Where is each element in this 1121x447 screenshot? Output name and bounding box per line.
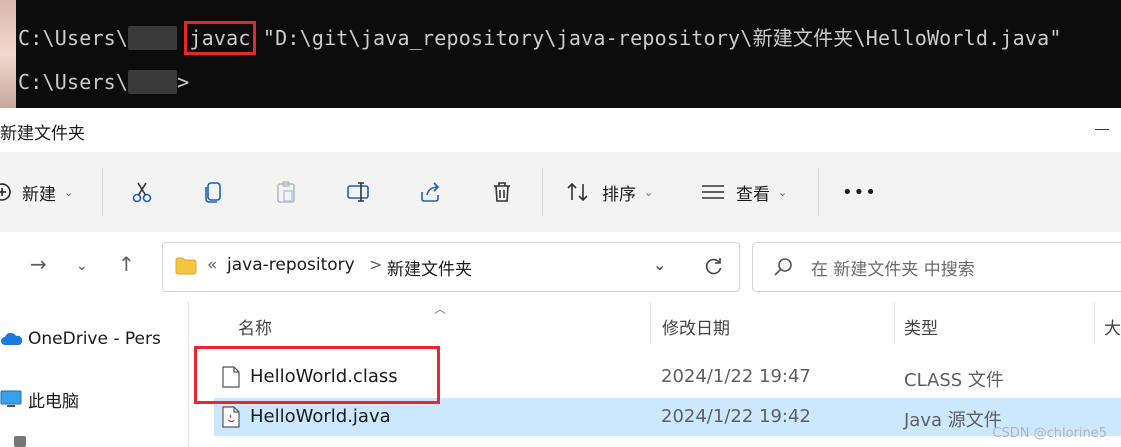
sort-button[interactable]: 排序 ⌄ <box>566 170 653 214</box>
breadcrumb-chevron-icon: > <box>369 255 383 274</box>
search-icon <box>774 258 792 276</box>
title-bar: 新建文件夹 <box>0 108 1121 152</box>
redacted-username: xxxx <box>128 26 178 50</box>
nav-item-label: OneDrive - Pers <box>28 329 161 349</box>
computer-icon <box>0 390 22 407</box>
column-divider[interactable] <box>650 302 651 344</box>
terminal-line-2: C:\Users\xxxx> <box>18 70 189 94</box>
file-type: Java 源文件 <box>904 410 1002 431</box>
navigation-pane: OneDrive - Pers 此电脑 <box>0 302 188 447</box>
terminal-window[interactable]: C:\Users\xxxx javac "D:\git\java_reposit… <box>0 0 1121 108</box>
nav-item-label: 此电脑 <box>28 391 79 412</box>
address-history-chevron-icon[interactable]: ⌄ <box>653 255 666 274</box>
file-row-selected[interactable]: HelloWorld.java 2024/1/22 19:42 Java 源文件 <box>214 398 1121 436</box>
forward-arrow-icon[interactable]: → <box>30 252 47 276</box>
drive-icon <box>14 436 26 447</box>
toolbar-divider <box>818 168 819 216</box>
rename-icon <box>347 182 369 202</box>
copy-icon <box>205 182 221 203</box>
view-button[interactable]: 查看 ⌄ <box>700 170 787 214</box>
java-file-icon <box>222 406 240 428</box>
search-box[interactable]: 在 新建文件夹 中搜索 <box>752 242 1121 292</box>
chevron-down-icon[interactable]: ⌄ <box>76 258 88 274</box>
new-button[interactable]: 新建 ⌄ <box>0 170 73 214</box>
more-options-button[interactable]: ••• <box>842 170 877 214</box>
cloud-icon <box>1 332 23 345</box>
file-icon <box>222 366 240 388</box>
chevron-down-icon: ⌄ <box>64 185 74 199</box>
refresh-icon[interactable] <box>703 257 723 277</box>
up-arrow-icon[interactable]: ↑ <box>118 252 135 276</box>
toolbar-divider <box>542 168 543 216</box>
breadcrumb-overflow[interactable]: « <box>207 255 217 275</box>
column-divider[interactable] <box>894 302 895 344</box>
file-date: 2024/1/22 19:42 <box>661 406 811 427</box>
address-bar[interactable]: « java-repository > 新建文件夹 ⌄ <box>162 242 740 292</box>
sort-icon <box>567 182 588 202</box>
navigation-row: → ⌄ ↑ « java-repository > 新建文件夹 ⌄ 在 新建文件… <box>0 232 1121 302</box>
toolbar-divider <box>102 168 103 216</box>
pane-divider[interactable] <box>188 302 189 447</box>
file-type: CLASS 文件 <box>904 370 1004 391</box>
sort-label: 排序 <box>602 184 636 205</box>
new-label: 新建 <box>22 184 56 205</box>
watermark: CSDN @chlorine5 <box>992 426 1107 441</box>
redacted-username-2: xxxx <box>128 70 178 94</box>
paste-button[interactable] <box>274 170 298 214</box>
file-name: HelloWorld.java <box>250 406 391 427</box>
prompt-path: C:\Users\ <box>18 26 129 50</box>
breadcrumb-current-folder[interactable]: 新建文件夹 <box>387 255 472 280</box>
column-header-date[interactable]: 修改日期 <box>662 314 730 339</box>
chevron-down-icon: ⌄ <box>644 185 654 199</box>
minimize-button[interactable] <box>1095 129 1109 130</box>
prompt-caret: > <box>177 70 190 94</box>
column-divider[interactable] <box>1094 302 1095 344</box>
file-row[interactable]: HelloWorld.class 2024/1/22 19:47 CLASS 文… <box>214 358 1121 396</box>
command-argument: "D:\git\java_repository\java-repository\… <box>262 26 1062 50</box>
column-header-size[interactable]: 大 <box>1104 314 1121 339</box>
javac-command: javac <box>184 21 256 55</box>
breadcrumb-java-repository[interactable]: java-repository <box>227 255 355 275</box>
rename-button[interactable] <box>346 170 372 214</box>
view-label: 查看 <box>736 184 770 205</box>
nav-item-this-pc[interactable]: 此电脑 <box>0 384 79 414</box>
terminal-line-1: C:\Users\xxxx javac "D:\git\java_reposit… <box>18 21 1062 55</box>
command-bar: 新建 ⌄ 排序 ⌄ 查看 ⌄ ••• <box>0 152 1121 232</box>
prompt-path-2: C:\Users\ <box>18 70 129 94</box>
file-explorer-window: 新建文件夹 新建 ⌄ 排序 ⌄ 查看 ⌄ ••• → ⌄ ↑ « java-re… <box>0 108 1121 447</box>
new-icon <box>0 183 11 201</box>
column-header-type[interactable]: 类型 <box>904 314 938 339</box>
chevron-down-icon: ⌄ <box>778 185 788 199</box>
view-icon <box>702 185 724 199</box>
column-header-name[interactable]: 名称 <box>238 314 272 339</box>
window-title: 新建文件夹 <box>0 124 85 144</box>
content-area: OneDrive - Pers 此电脑 ︿ 名称 修改日期 类型 大 Hello… <box>0 302 1121 447</box>
file-date: 2024/1/22 19:47 <box>661 366 811 387</box>
nav-item-onedrive[interactable]: OneDrive - Pers <box>0 324 161 354</box>
trash-icon <box>494 182 510 202</box>
file-name: HelloWorld.class <box>250 366 398 387</box>
folder-icon <box>175 257 197 275</box>
avatar <box>0 0 16 108</box>
cut-button[interactable] <box>130 170 154 214</box>
paste-icon <box>277 181 295 203</box>
share-icon <box>421 182 440 202</box>
cut-icon <box>132 182 152 203</box>
share-button[interactable] <box>418 170 442 214</box>
copy-button[interactable] <box>202 170 226 214</box>
delete-button[interactable] <box>490 170 514 214</box>
search-placeholder: 在 新建文件夹 中搜索 <box>811 260 975 280</box>
sort-ascending-icon: ︿ <box>434 302 447 316</box>
